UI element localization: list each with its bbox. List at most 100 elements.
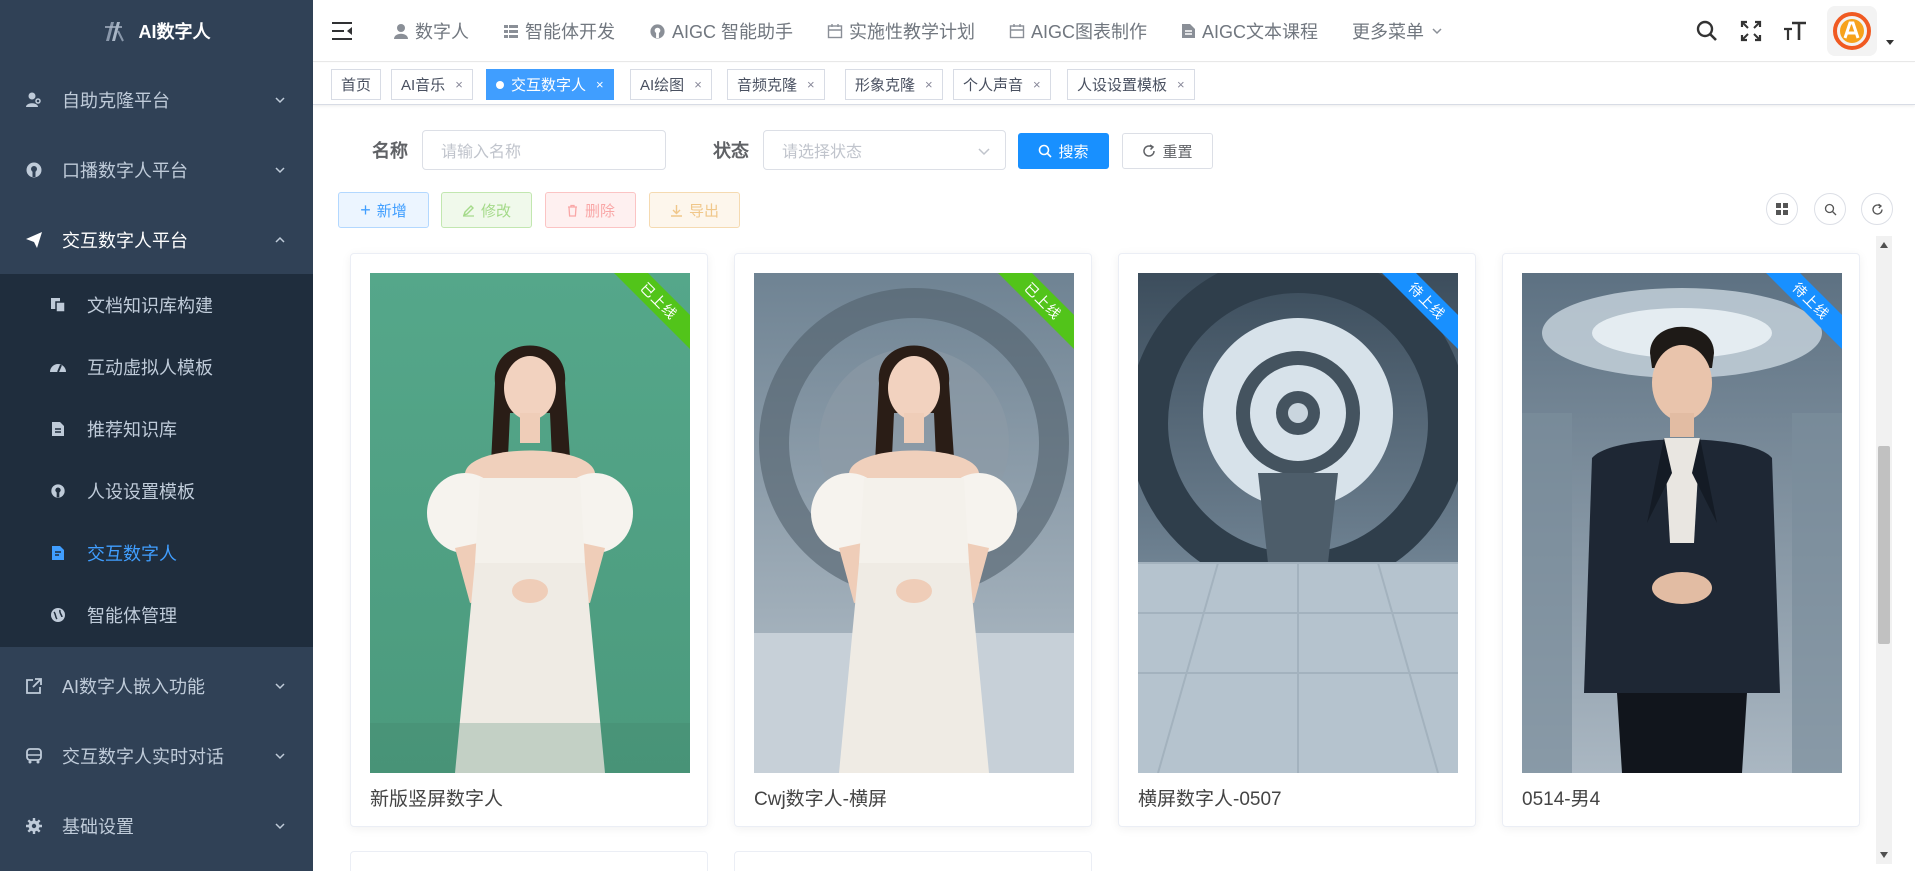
add-button[interactable]: + 新增 <box>338 192 429 228</box>
refresh-button[interactable] <box>1861 193 1893 225</box>
grid-view-button[interactable] <box>1766 193 1798 225</box>
sidebar-item-doc-kb[interactable]: 文档知识库构建 <box>0 274 313 336</box>
chevron-down-icon <box>978 148 990 156</box>
close-icon[interactable]: × <box>694 77 702 92</box>
sidebar: AI数字人 自助克隆平台 口播数字人平台 交互数字人平台 文档知识库构建 互动虚… <box>0 0 313 871</box>
user-icon <box>394 24 408 39</box>
calendar-icon <box>827 24 843 39</box>
tag-label: 人设设置模板 <box>1077 77 1168 94</box>
digital-human-card[interactable] <box>734 851 1092 871</box>
font-size-icon[interactable] <box>1783 19 1807 43</box>
card-image[interactable]: 已上线 <box>754 273 1074 773</box>
sidebar-item-recommended-kb[interactable]: 推荐知识库 <box>0 398 313 460</box>
sidebar-item-embed[interactable]: AI数字人嵌入功能 <box>0 651 313 721</box>
card-image[interactable]: 待上线 <box>1138 273 1458 773</box>
tag-image-clone[interactable]: 形象克隆 × <box>845 69 943 100</box>
close-icon[interactable]: × <box>1177 77 1185 92</box>
tag-audio-clone[interactable]: 音频克隆 × <box>727 69 825 100</box>
delete-button-label: 删除 <box>584 202 615 220</box>
digital-human-card[interactable] <box>350 851 708 871</box>
caret-down-icon[interactable] <box>1885 37 1895 47</box>
sidebar-item-realtime-chat[interactable]: 交互数字人实时对话 <box>0 721 313 791</box>
tag-persona-template[interactable]: 人设设置模板 × <box>1067 69 1195 100</box>
hamburger-icon[interactable] <box>331 21 353 41</box>
fullscreen-icon[interactable] <box>1739 19 1763 43</box>
sidebar-item-label: 口播数字人平台 <box>62 161 188 181</box>
plus-icon: + <box>360 200 371 220</box>
tag-home[interactable]: 首页 <box>331 69 382 100</box>
top-navbar: 数字人 智能体开发 AIGC 智能助手 实施性教学计划 AIGC图表制作 AIG… <box>313 0 1915 62</box>
edit-icon <box>462 204 474 217</box>
github-icon <box>650 23 665 39</box>
delete-button[interactable]: 删除 <box>545 192 636 228</box>
topnav-aigc-text-course[interactable]: AIGC文本课程 <box>1181 18 1318 44</box>
chevron-down-icon <box>275 683 285 690</box>
tag-ai-music[interactable]: AI音乐 × <box>391 69 473 100</box>
download-icon <box>670 204 682 217</box>
chevron-down-icon <box>275 97 285 104</box>
avatar[interactable] <box>1827 6 1877 56</box>
bus-icon <box>24 746 44 766</box>
tag-interactive-human[interactable]: 交互数字人 × <box>486 69 614 100</box>
name-input[interactable]: 请输入名称 <box>422 130 666 170</box>
sidebar-item-label: AI数字人嵌入功能 <box>62 677 206 697</box>
edit-button[interactable]: 修改 <box>441 192 532 228</box>
name-placeholder: 请输入名称 <box>441 144 522 161</box>
sidebar-item-basic-settings[interactable]: 基础设置 <box>0 791 313 861</box>
name-label: 名称 <box>372 141 408 161</box>
close-icon[interactable]: × <box>807 77 815 92</box>
close-icon[interactable]: × <box>1033 77 1041 92</box>
export-button[interactable]: 导出 <box>649 192 740 228</box>
status-select[interactable]: 请选择状态 <box>763 130 1006 170</box>
topnav-digital-human[interactable]: 数字人 <box>393 18 469 44</box>
close-icon[interactable]: × <box>455 77 463 92</box>
close-icon[interactable]: × <box>596 77 604 92</box>
sidebar-item-broadcast[interactable]: 口播数字人平台 <box>0 135 313 205</box>
topnav-teaching-plan[interactable]: 实施性教学计划 <box>827 18 975 44</box>
chevron-down-icon <box>1432 28 1442 35</box>
scroll-down-arrow[interactable] <box>1880 852 1888 858</box>
topnav-agent-dev[interactable]: 智能体开发 <box>503 18 615 44</box>
card-image[interactable]: 待上线 <box>1522 273 1842 773</box>
toggle-search-button[interactable] <box>1814 193 1846 225</box>
topnav-label: 数字人 <box>415 22 469 42</box>
tag-ai-drawing[interactable]: AI绘图 × <box>630 69 712 100</box>
sidebar-item-virtual-template[interactable]: 互动虚拟人模板 <box>0 336 313 398</box>
sidebar-item-interactive[interactable]: 交互数字人平台 <box>0 205 313 275</box>
digital-human-card[interactable]: 待上线 横屏数字人-0507 <box>1118 253 1476 827</box>
sidebar-item-interactive-human[interactable]: 交互数字人 <box>0 522 313 584</box>
top-menu: 数字人 智能体开发 AIGC 智能助手 实施性教学计划 AIGC图表制作 AIG… <box>393 0 1444 62</box>
navbar-right-tools <box>1695 0 1895 62</box>
close-icon[interactable]: × <box>925 77 933 92</box>
status-label: 状态 <box>713 141 749 161</box>
scroll-up-arrow[interactable] <box>1880 242 1888 248</box>
sidebar-item-self-clone[interactable]: 自助克隆平台 <box>0 65 313 135</box>
sidebar-item-label: 互动虚拟人模板 <box>87 358 213 378</box>
search-button[interactable]: 搜索 <box>1018 133 1109 169</box>
digital-human-card[interactable]: 待上线 0514-男4 <box>1502 253 1860 827</box>
user-clone-icon <box>24 90 44 110</box>
topnav-label: 更多菜单 <box>1352 22 1425 42</box>
sidebar-item-persona-template[interactable]: 人设设置模板 <box>0 460 313 522</box>
sidebar-item-agent-management[interactable]: 智能体管理 <box>0 584 313 646</box>
digital-human-card[interactable]: 已上线 Cwj数字人-横屏 <box>734 253 1092 827</box>
topnav-more-menu[interactable]: 更多菜单 <box>1352 18 1444 44</box>
topnav-aigc-chart[interactable]: AIGC图表制作 <box>1009 18 1147 44</box>
chevron-down-icon <box>275 753 285 760</box>
logo-icon <box>104 22 124 42</box>
reset-button[interactable]: 重置 <box>1122 133 1213 169</box>
search-icon[interactable] <box>1695 19 1719 43</box>
content-scrollbar[interactable] <box>1876 236 1892 864</box>
refresh-icon <box>1143 144 1156 157</box>
tag-personal-voice[interactable]: 个人声音 × <box>953 69 1051 100</box>
sidebar-submenu: 文档知识库构建 互动虚拟人模板 推荐知识库 人设设置模板 交互数字人 智能体管理 <box>0 274 313 647</box>
sidebar-logo[interactable]: AI数字人 <box>0 0 313 62</box>
sidebar-item-label: 交互数字人实时对话 <box>62 747 224 767</box>
sidebar-item-label: 自助克隆平台 <box>62 91 170 111</box>
github-icon <box>24 160 44 180</box>
digital-human-card[interactable]: 已上线 新版竖屏数字人 <box>350 253 708 827</box>
scroll-thumb[interactable] <box>1878 446 1890 644</box>
card-image[interactable]: 已上线 <box>370 273 690 773</box>
tag-label: AI绘图 <box>640 77 685 94</box>
topnav-aigc-assistant[interactable]: AIGC 智能助手 <box>649 18 793 44</box>
